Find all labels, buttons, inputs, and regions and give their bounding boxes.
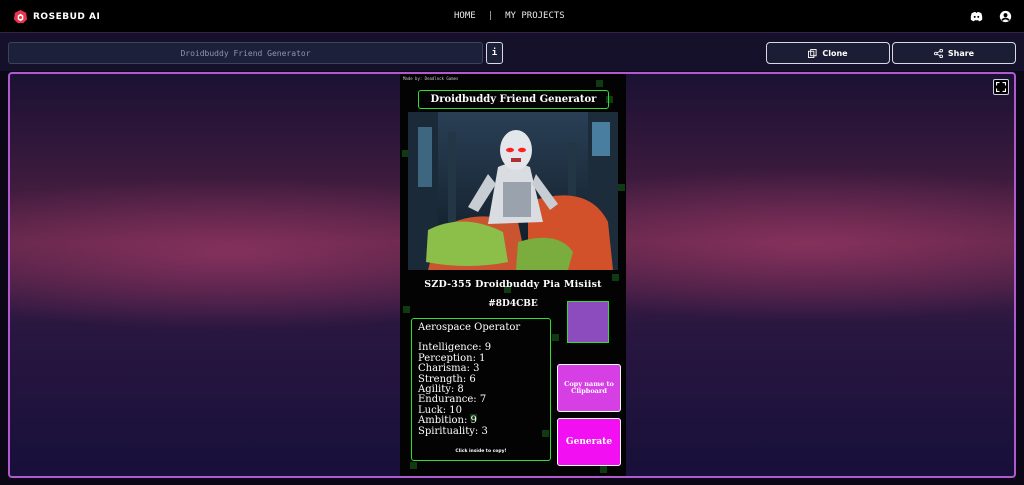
share-button[interactable]: Share [892,42,1016,64]
matrix-pixel [552,334,559,341]
clone-icon [808,48,817,58]
game-canvas[interactable]: Made by: Deadlock Games Droidbuddy Frien… [400,74,626,476]
rosebud-logo-icon [13,9,28,24]
brand[interactable]: ROSEBUD AI [13,9,100,24]
top-navbar: ROSEBUD AI HOME | MY PROJECTS [0,0,1024,33]
top-icons [970,10,1012,23]
robot-portrait-image [408,112,618,270]
nav-my-projects-link[interactable]: MY PROJECTS [505,11,565,21]
clone-button[interactable]: Clone [766,42,890,64]
color-swatch [567,301,609,343]
account-icon[interactable] [999,10,1012,23]
stat-row-spirituality: Spirituality: 3 [418,425,488,437]
nav-separator: | [487,11,494,21]
project-toolbar: Droidbuddy Friend Generator i Clone Shar… [0,33,1024,71]
game-stage: Made by: Deadlock Games Droidbuddy Frien… [8,72,1016,478]
fullscreen-icon [996,82,1006,92]
droid-name: SZD-355 Droidbuddy Pia Misiist [424,279,602,290]
matrix-pixel [600,466,607,473]
stat-list: Intelligence: 9 Perception: 1 Charisma: 3S… [418,342,544,437]
brand-name: ROSEBUD AI [33,11,101,22]
matrix-pixel [410,462,417,469]
game-title: Droidbuddy Friend Generator [418,90,609,109]
copy-hint: Click inside to copy! [455,448,507,454]
info-button[interactable]: i [486,42,503,64]
main-nav: HOME | MY PROJECTS [454,11,565,21]
copy-name-button[interactable]: Copy name to Clipboard [557,364,621,412]
discord-icon[interactable] [970,10,983,23]
stats-panel[interactable]: Aerospace Operator Intelligence: 9 Percep… [411,318,551,461]
fullscreen-button[interactable] [993,79,1009,95]
made-by-credit: Made by: Deadlock Games [403,76,459,81]
nav-home-link[interactable]: HOME [454,11,476,21]
matrix-pixel [596,80,603,87]
share-icon [933,48,943,58]
project-title-field[interactable]: Droidbuddy Friend Generator [8,42,483,64]
generate-button[interactable]: Generate [557,418,621,466]
clone-label: Clone [822,48,848,58]
droid-role: Aerospace Operator [418,322,521,333]
matrix-pixel [618,184,625,191]
share-label: Share [947,48,975,58]
